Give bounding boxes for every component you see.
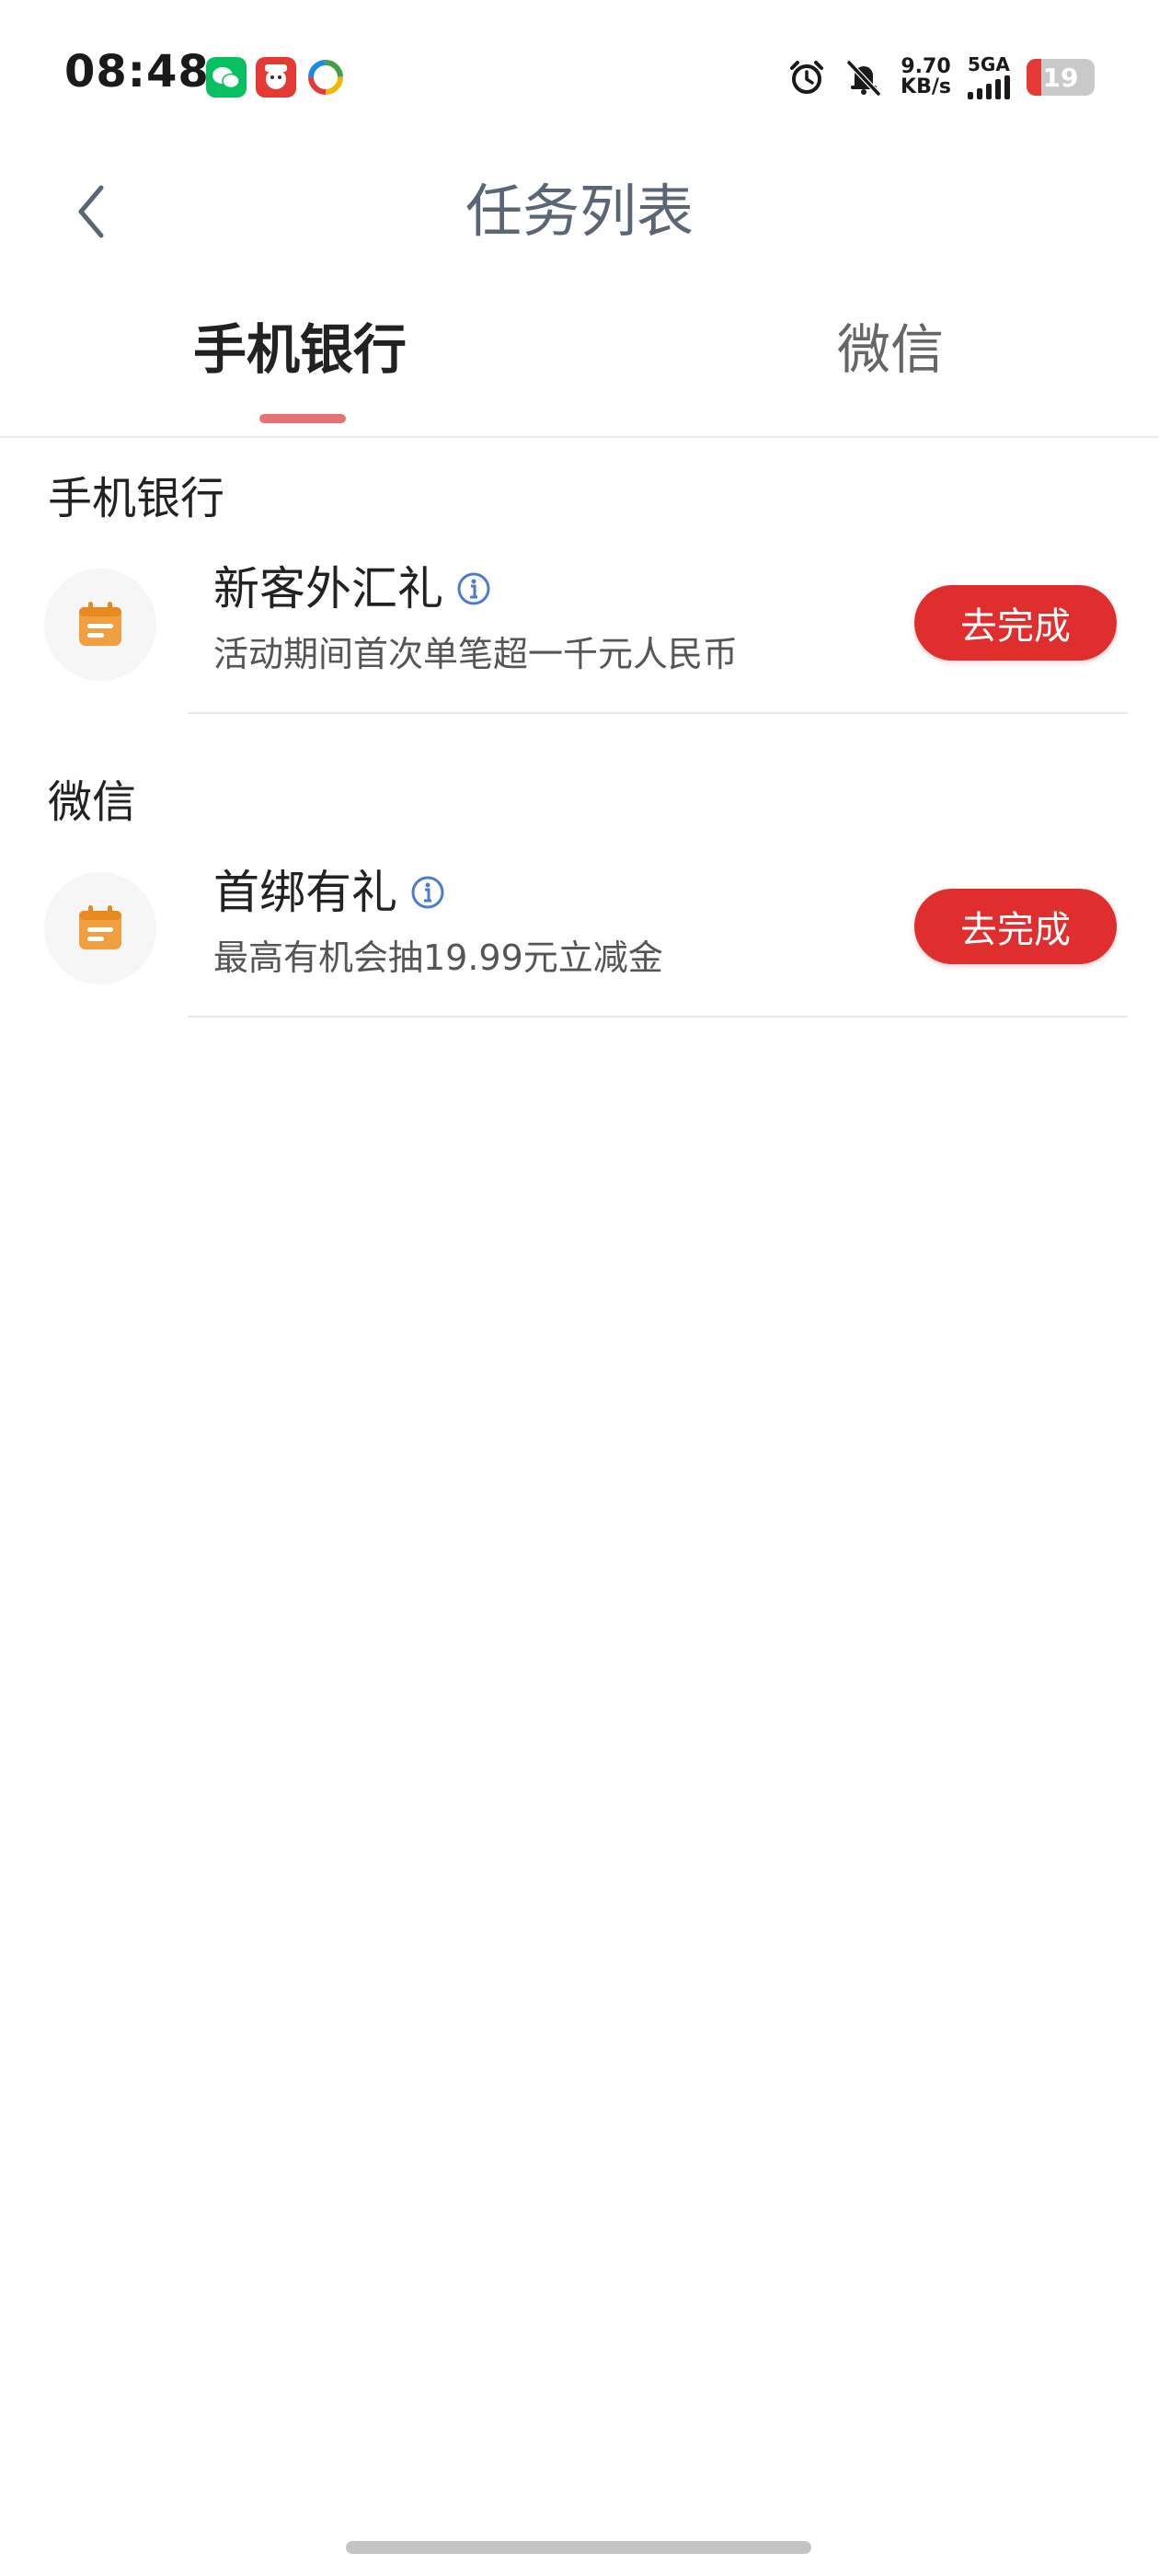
colorful-app-notification-icon: [305, 57, 346, 98]
tab-bar: 手机银行 微信: [0, 294, 1159, 438]
tab-wechat[interactable]: 微信: [837, 313, 944, 386]
divider: [188, 1016, 1128, 1018]
task-row: 首绑有礼 最高有机会抽19.99元立减金 去完成: [0, 845, 1159, 1001]
section-mobile-banking: 手机银行 新客外汇礼 活动期间首次单笔超一千元人民币 去完成: [0, 460, 1159, 727]
complete-task-button[interactable]: 去完成: [914, 585, 1117, 661]
signal-indicator: 5GA: [968, 55, 1010, 99]
tab-mobile-banking[interactable]: 手机银行: [193, 313, 407, 386]
wechat-notification-icon: [206, 57, 247, 98]
calendar-icon: [79, 602, 121, 646]
red-app-notification-icon: [256, 57, 296, 98]
status-bar: 08:48 9.70 KB/s 5GA 19: [0, 0, 1159, 138]
complete-task-button[interactable]: 去完成: [914, 889, 1117, 964]
battery-icon: 19: [1027, 59, 1095, 96]
network-speed-unit: KB/s: [901, 75, 951, 98]
divider: [188, 712, 1128, 714]
battery-level: 19: [1042, 62, 1079, 93]
calendar-icon: [79, 905, 121, 949]
task-name-text: 新客外汇礼: [213, 562, 443, 615]
network-type-label: 5GA: [968, 53, 1010, 75]
task-description: 活动期间首次单笔超一千元人民币: [213, 634, 739, 674]
task-name: 新客外汇礼: [213, 561, 491, 616]
network-speed: 9.70 KB/s: [901, 57, 951, 98]
alarm-icon: [790, 61, 824, 94]
task-icon-container: [44, 569, 156, 681]
task-name: 首绑有礼: [213, 865, 445, 920]
page-title: 任务列表: [465, 178, 694, 245]
home-indicator[interactable]: [346, 2541, 811, 2554]
section-title: 手机银行: [48, 473, 225, 524]
status-time: 08:48: [64, 46, 210, 98]
tab-active-indicator: [259, 414, 346, 423]
task-row: 新客外汇礼 活动期间首次单笔超一千元人民币 去完成: [0, 541, 1159, 697]
section-title: 微信: [48, 776, 137, 828]
header: 任务列表: [0, 138, 1159, 276]
network-speed-value: 9.70: [901, 55, 951, 78]
info-icon[interactable]: [410, 875, 445, 910]
task-description: 最高有机会抽19.99元立减金: [213, 937, 663, 978]
signal-bars-icon: [968, 75, 1010, 99]
task-icon-container: [44, 872, 156, 984]
battery-fill: [1027, 59, 1041, 96]
task-name-text: 首绑有礼: [213, 866, 397, 919]
section-wechat: 微信 首绑有礼 最高有机会抽19.99元立减金 去完成: [0, 764, 1159, 1030]
bell-off-icon: [846, 60, 881, 97]
info-icon[interactable]: [456, 571, 491, 606]
